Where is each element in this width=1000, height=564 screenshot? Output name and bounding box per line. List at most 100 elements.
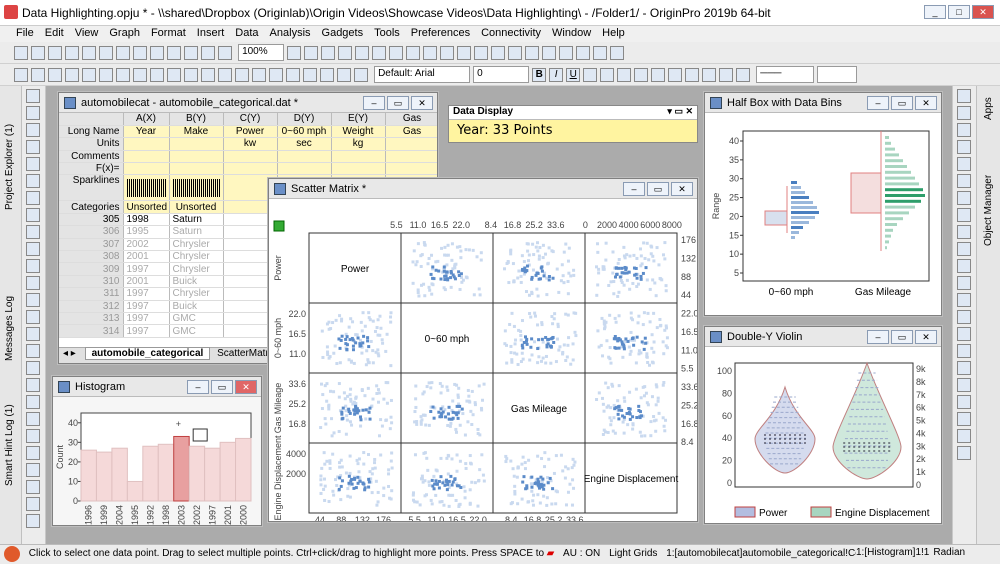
print-icon[interactable] [133,46,147,60]
zoom-icon[interactable] [167,46,181,60]
scatter-matrix-chart[interactable]: 5.5 11.0 16.5 22.0 8.4 16.8 25.2 33.6 0 2000 4000 6… [269,199,697,521]
underline-icon[interactable]: U [566,68,581,82]
layout-icon[interactable] [355,46,370,60]
column-header[interactable]: E(Y) [331,113,386,126]
menu-edit[interactable]: Edit [45,27,64,39]
histogram-titlebar[interactable]: Histogram – ▭ ✕ [53,377,261,397]
border-icon[interactable] [736,68,751,82]
meta-cell[interactable]: Make [169,125,224,139]
tool-21-icon[interactable] [26,446,40,460]
tool-2-icon[interactable] [26,123,40,137]
tool-8-icon[interactable] [26,225,40,239]
graph-tool-0-icon[interactable] [957,89,971,103]
row-number[interactable]: 313 [59,312,124,326]
axis-icon[interactable] [525,46,540,60]
meta-cell[interactable]: Power [223,125,278,139]
menu-graph[interactable]: Graph [109,27,140,39]
meta-cell[interactable] [123,150,170,164]
cell[interactable]: 1997 [123,262,170,276]
menu-window[interactable]: Window [552,27,591,39]
violin-chart[interactable]: 100 80 60 40 20 0 9k 8k 7k 6k 5k 4k 3k 2k 1k 0 Power Engi… [705,347,941,523]
data-display-titlebar[interactable]: Data Display ▾ ▭ ✕ [449,106,697,120]
new-graph-icon[interactable] [48,46,62,60]
graph-tool-21-icon[interactable] [957,446,971,460]
hb-minimize-button[interactable]: – [867,96,889,110]
cell[interactable]: Chrysler [169,250,224,264]
color-icon[interactable] [542,46,557,60]
meta-cell[interactable] [385,137,437,151]
font-color-icon[interactable] [668,68,683,82]
hb-close-button[interactable]: ✕ [915,96,937,110]
tool-11-icon[interactable] [26,276,40,290]
f-icon[interactable] [99,68,113,82]
prev-sheet-button[interactable]: ◂ ▸ [63,348,76,359]
violin-window[interactable]: Double-Y Violin – ▭ ✕ 100 80 60 40 20 0 9k 8k 7k 6k… [704,326,942,524]
italic-icon[interactable]: I [549,68,564,82]
code-icon[interactable] [321,46,336,60]
cell[interactable]: Chrysler [169,262,224,276]
meta-cell[interactable] [277,150,332,164]
graph-tool-17-icon[interactable] [957,378,971,392]
meta-cell[interactable] [223,150,278,164]
vi-close-button[interactable]: ✕ [915,330,937,344]
p-icon[interactable] [269,68,283,82]
tool-24-icon[interactable] [26,497,40,511]
worksheet-titlebar[interactable]: automobilecat - automobile_categorical.d… [59,93,437,113]
zoom-select[interactable]: 100% [238,44,285,61]
meta-cell[interactable] [169,150,224,164]
halfbox-titlebar[interactable]: Half Box with Data Bins – ▭ ✕ [705,93,941,113]
c-icon[interactable] [48,68,62,82]
sm-close-button[interactable]: ✕ [671,182,693,196]
l-icon[interactable] [201,68,215,82]
close-button[interactable]: ✕ [972,5,994,19]
corner-cell[interactable] [59,113,124,126]
text-icon[interactable] [372,46,387,60]
apps-tab[interactable]: Apps [983,90,994,120]
s-icon[interactable] [320,68,334,82]
tool-22-icon[interactable] [26,463,40,477]
stats-icon[interactable] [559,46,574,60]
halfbox-window[interactable]: Half Box with Data Bins – ▭ ✕ 40 35 30 25 20 15… [704,92,942,316]
scatter-matrix-window[interactable]: Scatter Matrix * – ▭ ✕ 5.5 11.0 16.5 22.0 8.4 1… [268,178,698,522]
cell[interactable]: 1997 [123,312,170,326]
violin-titlebar[interactable]: Double-Y Violin – ▭ ✕ [705,327,941,347]
filter-icon[interactable] [491,46,506,60]
hist-close-button[interactable]: ✕ [235,380,257,394]
cell[interactable]: 1995 [123,225,170,239]
menu-data[interactable]: Data [235,27,258,39]
meta-cell[interactable] [123,137,170,151]
redo-icon[interactable] [610,46,625,60]
menu-format[interactable]: Format [151,27,186,39]
graph-tool-20-icon[interactable] [957,429,971,443]
data-display-window[interactable]: Data Display ▾ ▭ ✕ Year: 33 Points [448,105,698,143]
font-select[interactable]: Default: Arial [374,66,471,83]
row-number[interactable]: 309 [59,262,124,276]
sm-minimize-button[interactable]: – [623,182,645,196]
tool-19-icon[interactable] [26,412,40,426]
graph-tool-4-icon[interactable] [957,157,971,171]
meta-cell[interactable] [123,174,170,202]
menu-file[interactable]: File [16,27,34,39]
cell[interactable]: Buick [169,300,224,313]
m-icon[interactable] [218,68,232,82]
graph-tool-18-icon[interactable] [957,395,971,409]
meta-label[interactable]: Units [59,137,124,151]
tool-12-icon[interactable] [26,293,40,307]
i-icon[interactable] [150,68,164,82]
row-number[interactable]: 312 [59,300,124,313]
cell[interactable]: 2002 [123,238,170,252]
maximize-button[interactable]: □ [948,5,970,19]
row-number[interactable]: 306 [59,225,124,239]
plus-icon[interactable] [184,46,198,60]
tool-9-icon[interactable] [26,242,40,256]
meta-cell[interactable] [223,162,278,176]
graph-tool-13-icon[interactable] [957,310,971,324]
graph-tool-10-icon[interactable] [957,259,971,273]
data-display-controls[interactable]: ▾ ▭ ✕ [667,106,693,117]
project-explorer-tab[interactable]: Project Explorer (1) [4,90,15,210]
cell[interactable]: Saturn [169,213,224,227]
scale-icon[interactable] [508,46,523,60]
graph-tool-9-icon[interactable] [957,242,971,256]
menu-preferences[interactable]: Preferences [411,27,470,39]
meta-cell[interactable]: sec [277,137,332,151]
